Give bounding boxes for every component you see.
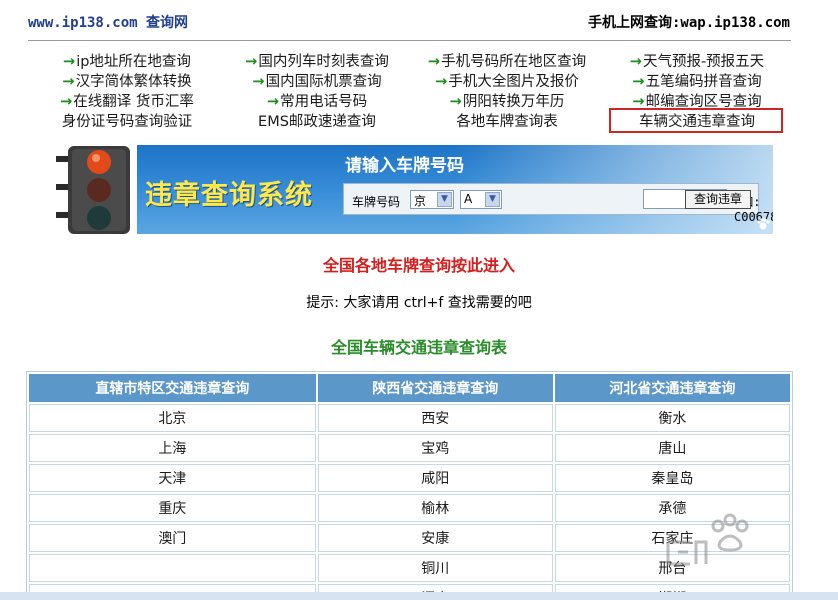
arrow-right-icon: →: [629, 54, 642, 70]
arrow-right-icon: →: [266, 94, 280, 110]
nav-mobile-location[interactable]: →手机号码所在地区查询: [412, 50, 602, 70]
column-header: 河北省交通违章查询: [554, 374, 790, 402]
nav-wubi-pinyin[interactable]: →五笔编码拼音查询: [602, 70, 792, 90]
table-cell[interactable]: 唐山: [554, 434, 790, 462]
arrow-right-icon: →: [435, 74, 448, 90]
banner-prompt: 请输入车牌号码: [345, 156, 464, 176]
bottom-scroll-edge: [0, 592, 838, 600]
nav-calendar[interactable]: →阴阳转换万年历: [412, 90, 602, 110]
nav-license-plates[interactable]: 各地车牌查询表: [412, 110, 602, 130]
arrow-right-icon: →: [427, 54, 441, 70]
table-cell[interactable]: 天津: [29, 464, 316, 492]
column-header: 陕西省交通违章查询: [317, 374, 553, 402]
header-divider: [28, 40, 791, 41]
watermark-logo: [666, 513, 749, 566]
nav-id-card[interactable]: 身份证号码查询验证: [32, 110, 222, 130]
violation-query-banner: 违章查询系统 请输入车牌号码 车牌号码 京 ▼ A ▼ (如: C00678) …: [137, 145, 773, 234]
table-cell[interactable]: 安康: [317, 524, 553, 552]
column-header: 直辖市特区交通违章查询: [29, 374, 316, 402]
table-cell[interactable]: 秦皇岛: [554, 464, 790, 492]
nav-chinese-convert[interactable]: →汉字简体繁体转换: [32, 70, 222, 90]
arrow-right-icon: →: [245, 54, 258, 70]
table-cell[interactable]: 上海: [29, 434, 316, 462]
nav-postcode[interactable]: →邮编查询区号查询: [602, 90, 792, 110]
nav-train-timetable[interactable]: →国内列车时刻表查询: [222, 50, 412, 70]
table-title: 全国车辆交通违章查询表: [330, 338, 507, 357]
chevron-down-icon: ▼: [485, 192, 500, 207]
nav-translate-currency[interactable]: →在线翻译 货币汇率: [32, 90, 222, 110]
query-violation-button[interactable]: 查询违章: [685, 190, 751, 209]
nav-flight-tickets[interactable]: →国内国际机票查询: [222, 70, 412, 90]
arrow-right-icon: →: [449, 94, 462, 110]
arrow-right-icon: →: [60, 94, 73, 110]
search-tip: 提示: 大家请用 ctrl+f 查找需要的吧: [306, 295, 532, 311]
table-cell: [29, 554, 316, 582]
table-cell[interactable]: 西安: [317, 404, 553, 432]
province-select[interactable]: 京 ▼: [410, 190, 454, 209]
page: www.ip138.com 查询网 手机上网查询:wap.ip138.com →…: [0, 0, 838, 600]
paw-icon: [757, 218, 770, 230]
table-cell[interactable]: 铜川: [317, 554, 553, 582]
table-header-row: 直辖市特区交通违章查询 陕西省交通违章查询 河北省交通违章查询: [29, 374, 790, 402]
arrow-right-icon: →: [632, 74, 645, 90]
nav-phone-numbers[interactable]: →常用电话号码: [222, 90, 412, 110]
nav-phone-prices[interactable]: →手机大全图片及报价: [412, 70, 602, 90]
nav-weather[interactable]: →天气预报-预报五天: [602, 50, 792, 70]
table-row: 天津 咸阳 秦皇岛: [29, 464, 790, 492]
arrow-right-icon: →: [62, 74, 75, 90]
table-cell[interactable]: 北京: [29, 404, 316, 432]
table-row: 北京 西安 衡水: [29, 404, 790, 432]
table-cell[interactable]: 榆林: [317, 494, 553, 522]
banner-title: 违章查询系统: [145, 180, 313, 211]
nav-ems[interactable]: EMS邮政速递查询: [222, 110, 412, 130]
highlight-box: [609, 108, 783, 133]
table-cell[interactable]: 衡水: [554, 404, 790, 432]
letter-select[interactable]: A ▼: [460, 190, 502, 209]
traffic-light-icon: [56, 146, 130, 234]
nav-row-2: →汉字简体繁体转换 →国内国际机票查询 →手机大全图片及报价 →五笔编码拼音查询: [32, 70, 792, 90]
arrow-right-icon: →: [252, 74, 265, 90]
table-cell[interactable]: 重庆: [29, 494, 316, 522]
mobile-site-link[interactable]: 手机上网查询:wap.ip138.com: [588, 12, 790, 32]
chevron-down-icon: ▼: [437, 192, 452, 207]
nav-row-3: →在线翻译 货币汇率 →常用电话号码 →阴阳转换万年历 →邮编查询区号查询: [32, 90, 792, 110]
table-cell[interactable]: 澳门: [29, 524, 316, 552]
site-name[interactable]: www.ip138.com 查询网: [28, 12, 188, 32]
table-cell[interactable]: 宝鸡: [317, 434, 553, 462]
plate-lookup-entry-link[interactable]: 全国各地车牌查询按此进入: [0, 252, 838, 276]
table-row: 上海 宝鸡 唐山: [29, 434, 790, 462]
nav-row-1: →ip地址所在地查询 →国内列车时刻表查询 →手机号码所在地区查询 →天气预报-…: [32, 50, 792, 70]
nav-ip-query[interactable]: →ip地址所在地查询: [32, 50, 222, 70]
plate-label: 车牌号码: [352, 195, 401, 209]
arrow-right-icon: →: [63, 54, 76, 70]
table-cell[interactable]: 咸阳: [317, 464, 553, 492]
